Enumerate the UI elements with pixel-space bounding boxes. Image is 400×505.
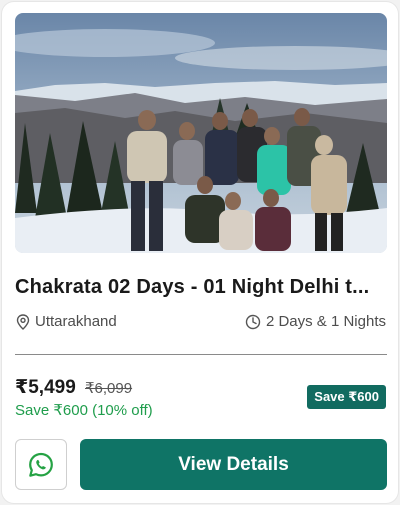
duration-text: 2 Days & 1 Nights [265,313,386,330]
savings-text: Save ₹600 (10% off) [15,402,153,419]
tour-photo-image [15,13,387,253]
location-text: Uttarakhand [35,313,117,330]
tour-location: Uttarakhand [16,313,117,330]
whatsapp-button[interactable] [15,439,67,490]
clock-icon [245,314,261,329]
divider [15,354,387,355]
current-price: ₹5,499 [15,377,76,398]
location-pin-icon [16,313,30,330]
save-badge: Save ₹600 [307,385,386,409]
view-details-button[interactable]: View Details [80,439,387,490]
tour-duration: 2 Days & 1 Nights [245,313,386,330]
whatsapp-icon [29,452,53,477]
tour-photo[interactable] [15,13,387,253]
original-price: ₹6,099 [85,380,133,397]
tour-title[interactable]: Chakrata 02 Days - 01 Night Delhi t... [15,276,389,299]
tour-card[interactable]: Chakrata 02 Days - 01 Night Delhi t... U… [2,2,398,503]
